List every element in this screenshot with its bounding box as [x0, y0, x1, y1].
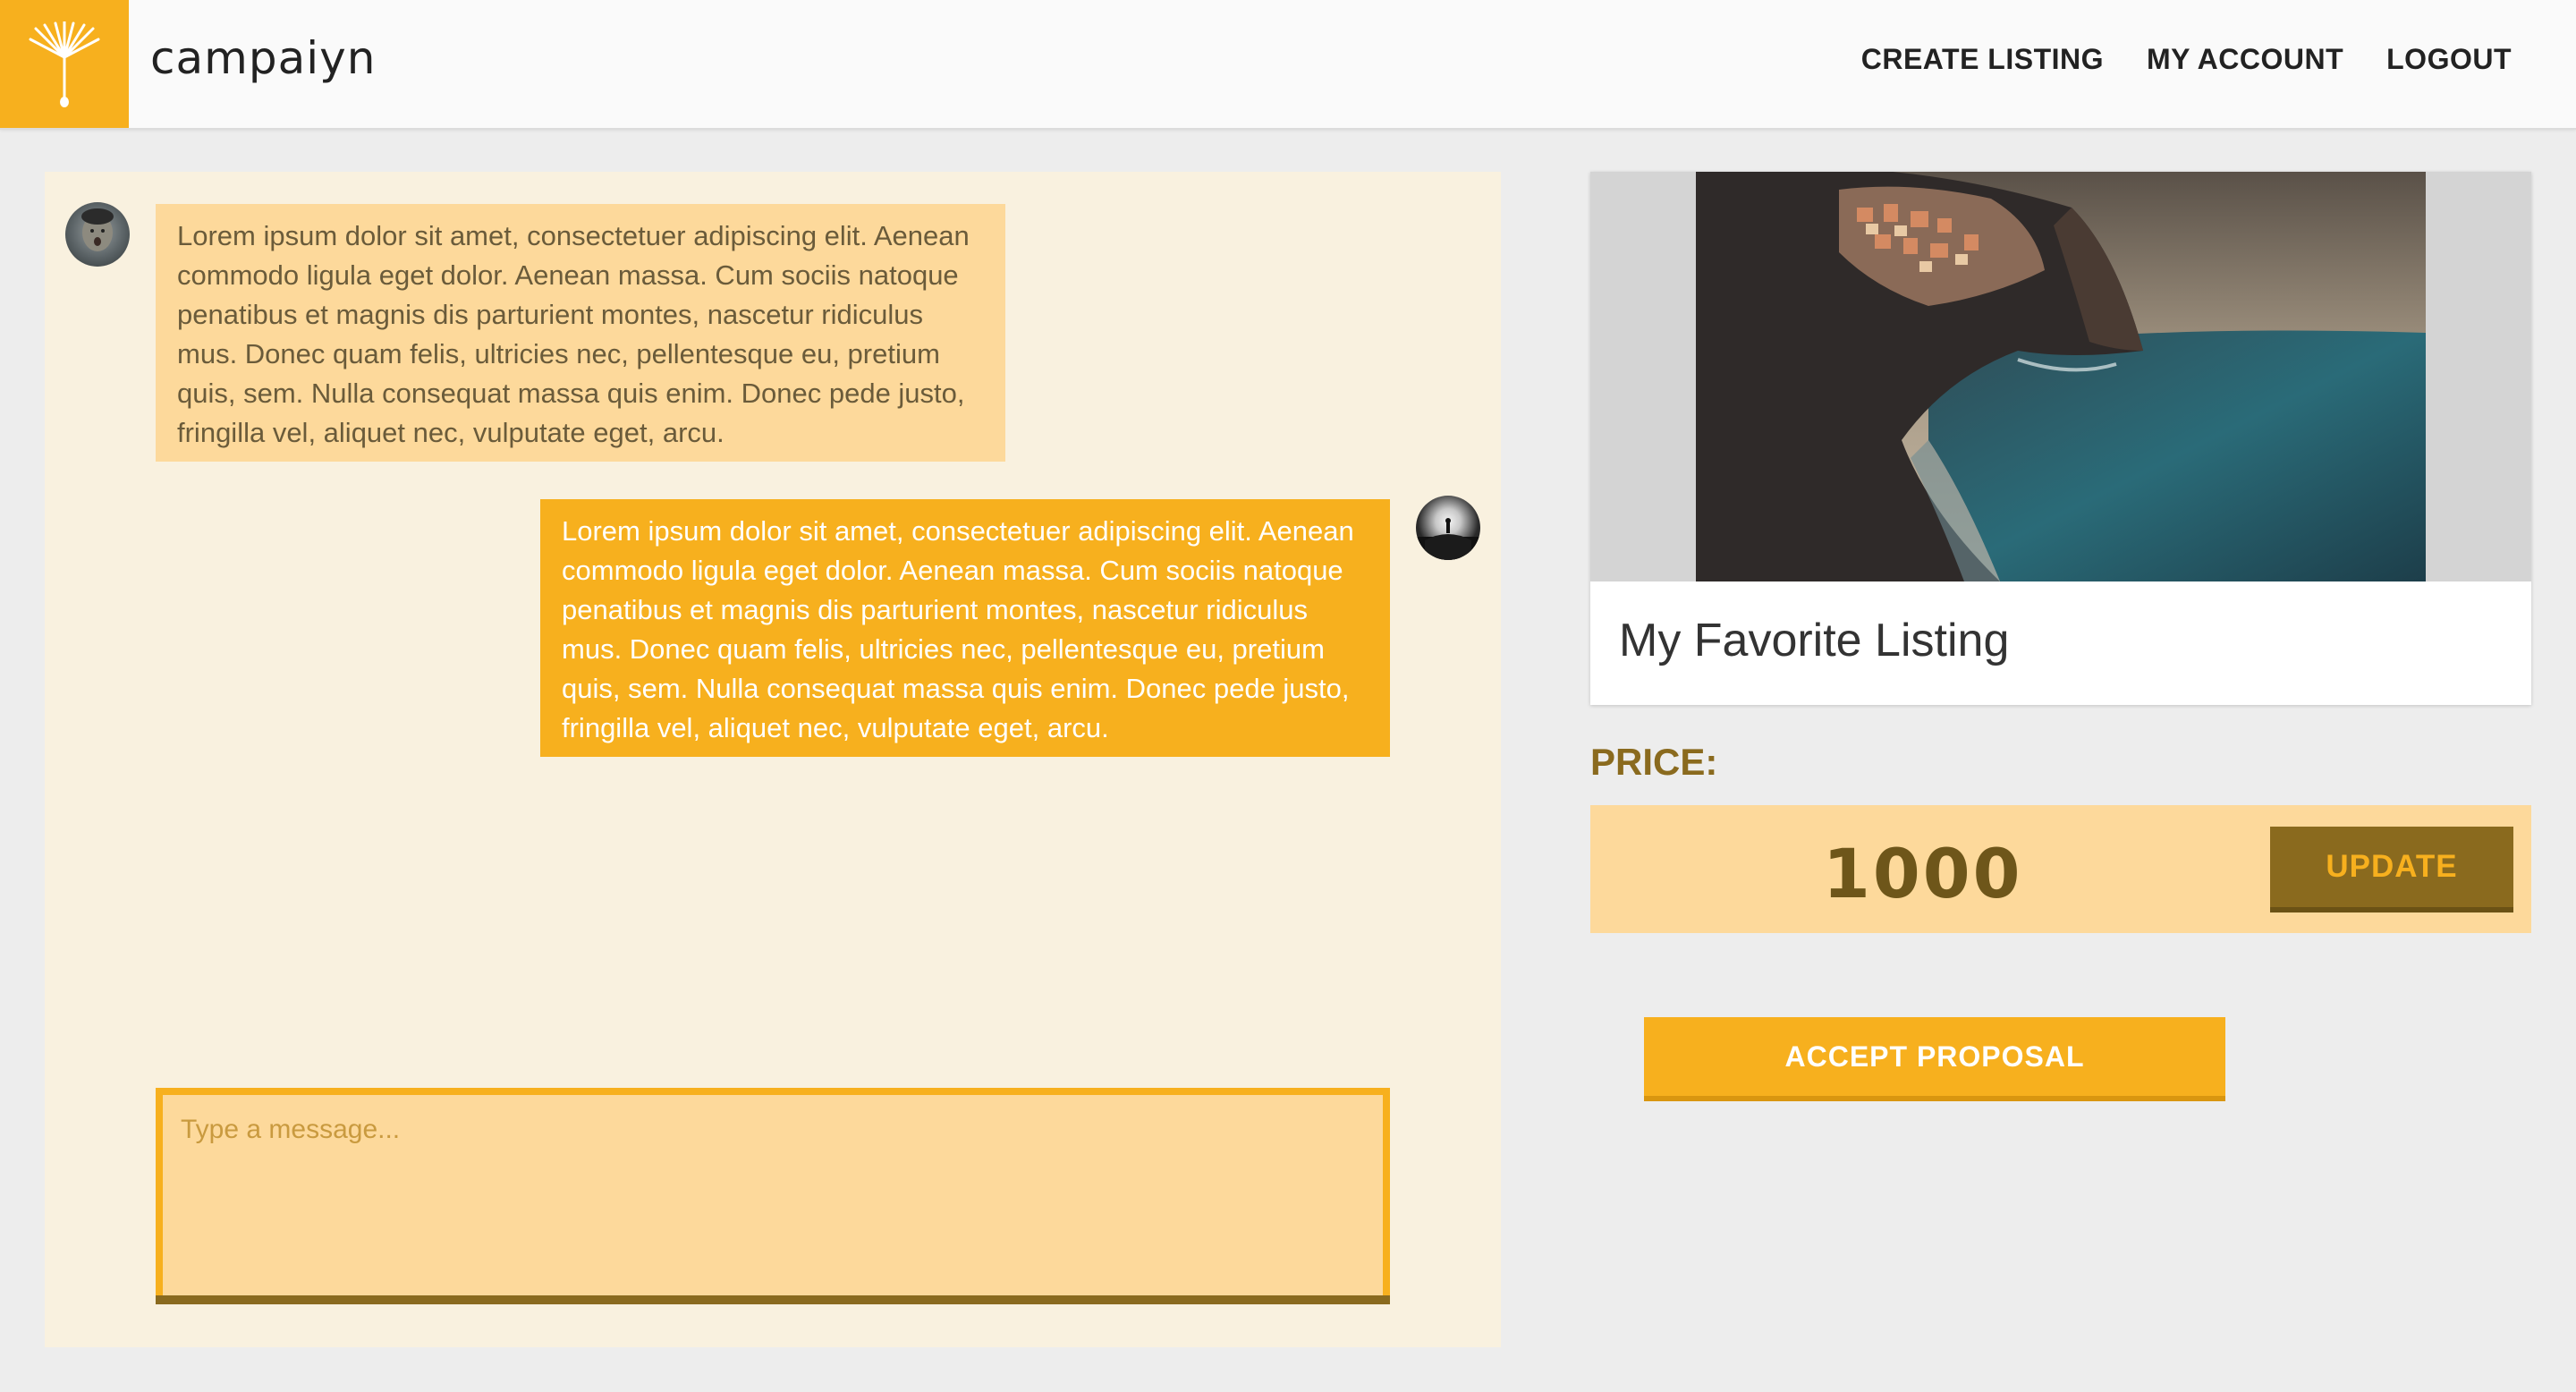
top-navbar: campaiyn CREATE LISTING MY ACCOUNT LOGOU…: [0, 0, 2576, 130]
logo[interactable]: [0, 0, 129, 128]
message-bubble-outgoing: Lorem ipsum dolor sit amet, consectetuer…: [540, 499, 1390, 757]
accept-proposal-button[interactable]: ACCEPT PROPOSAL: [1644, 1017, 2225, 1101]
listing-card[interactable]: My Favorite Listing: [1590, 172, 2531, 705]
update-price-button[interactable]: UPDATE: [2270, 827, 2513, 912]
price-value[interactable]: 1000: [1823, 834, 2023, 913]
main-nav: CREATE LISTING MY ACCOUNT LOGOUT: [1861, 43, 2512, 76]
brand-name: campaiyn: [150, 32, 377, 84]
user-avatar: [1416, 518, 1480, 560]
listing-image[interactable]: [1696, 172, 2426, 581]
composer-underline: [156, 1295, 1390, 1304]
dandelion-seed-icon: [29, 21, 100, 107]
chat-panel: Lorem ipsum dolor sit amet, consectetuer…: [45, 172, 1501, 1347]
nav-logout[interactable]: LOGOUT: [2386, 43, 2512, 76]
message-bubble-incoming: Lorem ipsum dolor sit amet, consectetuer…: [156, 204, 1005, 462]
sender-avatar: [65, 202, 130, 267]
listing-image-frame: [1590, 172, 2531, 581]
listing-title[interactable]: My Favorite Listing: [1619, 614, 2009, 667]
price-label: PRICE:: [1590, 741, 1718, 783]
message-input[interactable]: [163, 1095, 1383, 1295]
nav-create-listing[interactable]: CREATE LISTING: [1861, 43, 2104, 76]
recipient-avatar: [1416, 496, 1480, 560]
nav-my-account[interactable]: MY ACCOUNT: [2147, 43, 2343, 76]
price-box: 1000 UPDATE: [1590, 805, 2531, 933]
user-avatar: [81, 208, 114, 251]
message-composer: [156, 1088, 1390, 1295]
